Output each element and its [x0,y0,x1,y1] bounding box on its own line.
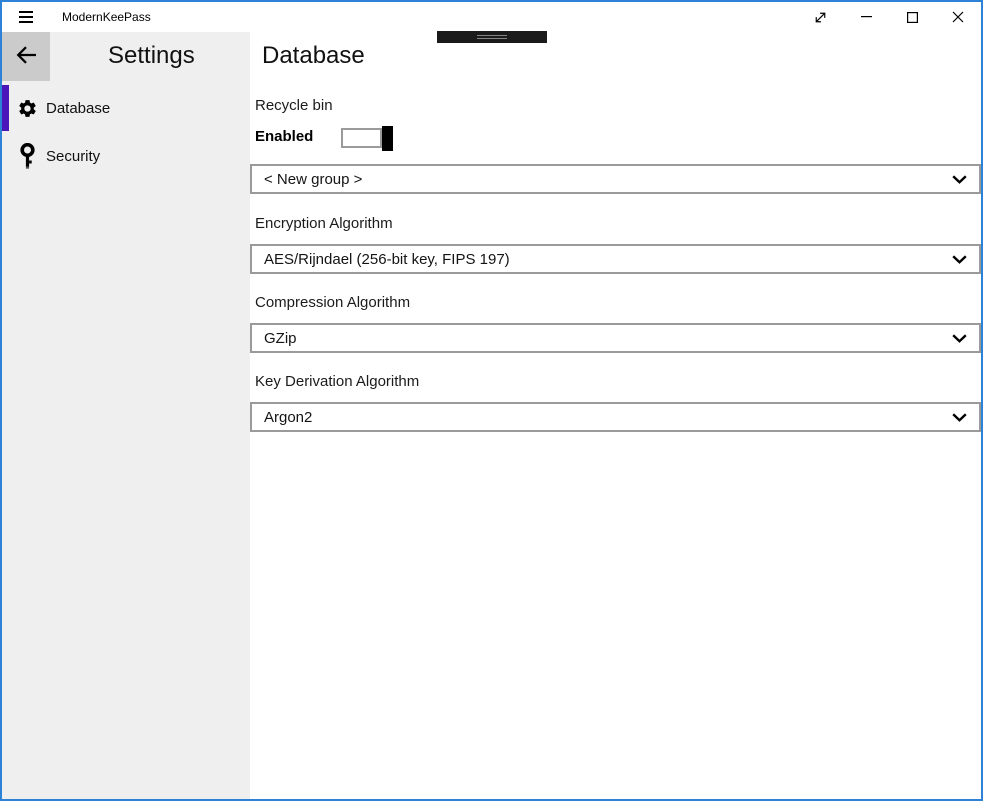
key-derivation-algorithm-label: Key Derivation Algorithm [255,373,419,390]
sidebar-nav: Database Security [2,84,250,180]
titlebar: ModernKeePass [2,2,981,32]
combobox-value: < New group > [264,171,362,188]
window-controls [797,2,981,32]
chevron-down-icon [952,255,967,264]
sidebar-item-label: Database [46,100,110,117]
sidebar-title: Settings [108,42,195,70]
window-body: Settings Database [2,32,981,799]
app-window: ModernKeePass [0,0,983,801]
key-derivation-algorithm-combobox[interactable]: Argon2 [250,402,981,432]
titlebar-drag-handle[interactable] [437,31,547,43]
minimize-icon [861,16,872,18]
hamburger-menu-button[interactable] [2,2,50,32]
compression-algorithm-label: Compression Algorithm [255,294,410,311]
enabled-label: Enabled [255,128,313,145]
back-arrow-icon [14,43,38,70]
chevron-down-icon [952,334,967,343]
exit-fullscreen-button[interactable] [797,2,843,32]
sidebar-item-database[interactable]: Database [2,84,250,132]
chevron-down-icon [952,175,967,184]
close-button[interactable] [935,2,981,32]
back-button[interactable] [2,32,50,81]
gear-icon [16,94,38,122]
combobox-value: Argon2 [264,409,312,426]
compression-algorithm-combobox[interactable]: GZip [250,323,981,353]
selected-indicator [2,85,9,131]
recycle-bin-group-combobox[interactable]: < New group > [250,164,981,194]
recycle-bin-toggle[interactable] [341,126,393,151]
menu-icon [19,11,33,13]
combobox-value: AES/Rijndael (256-bit key, FIPS 197) [264,251,510,268]
chevron-down-icon [952,413,967,422]
key-icon [16,142,38,170]
window-title: ModernKeePass [62,10,151,24]
minimize-button[interactable] [843,2,889,32]
page-title: Database [262,42,365,70]
close-icon [952,11,964,23]
encryption-algorithm-combobox[interactable]: AES/Rijndael (256-bit key, FIPS 197) [250,244,981,274]
database-settings-panel: Database Recycle bin Enabled < New group… [250,32,981,799]
diagonal-resize-icon [812,9,829,26]
recycle-bin-label: Recycle bin [255,97,333,114]
toggle-knob[interactable] [382,126,393,151]
maximize-button[interactable] [889,2,935,32]
settings-sidebar: Settings Database [2,32,250,799]
maximize-icon [907,12,918,23]
combobox-value: GZip [264,330,297,347]
grab-handle-lines [477,35,507,37]
encryption-algorithm-label: Encryption Algorithm [255,215,393,232]
sidebar-item-security[interactable]: Security [2,132,250,180]
sidebar-item-label: Security [46,148,100,165]
